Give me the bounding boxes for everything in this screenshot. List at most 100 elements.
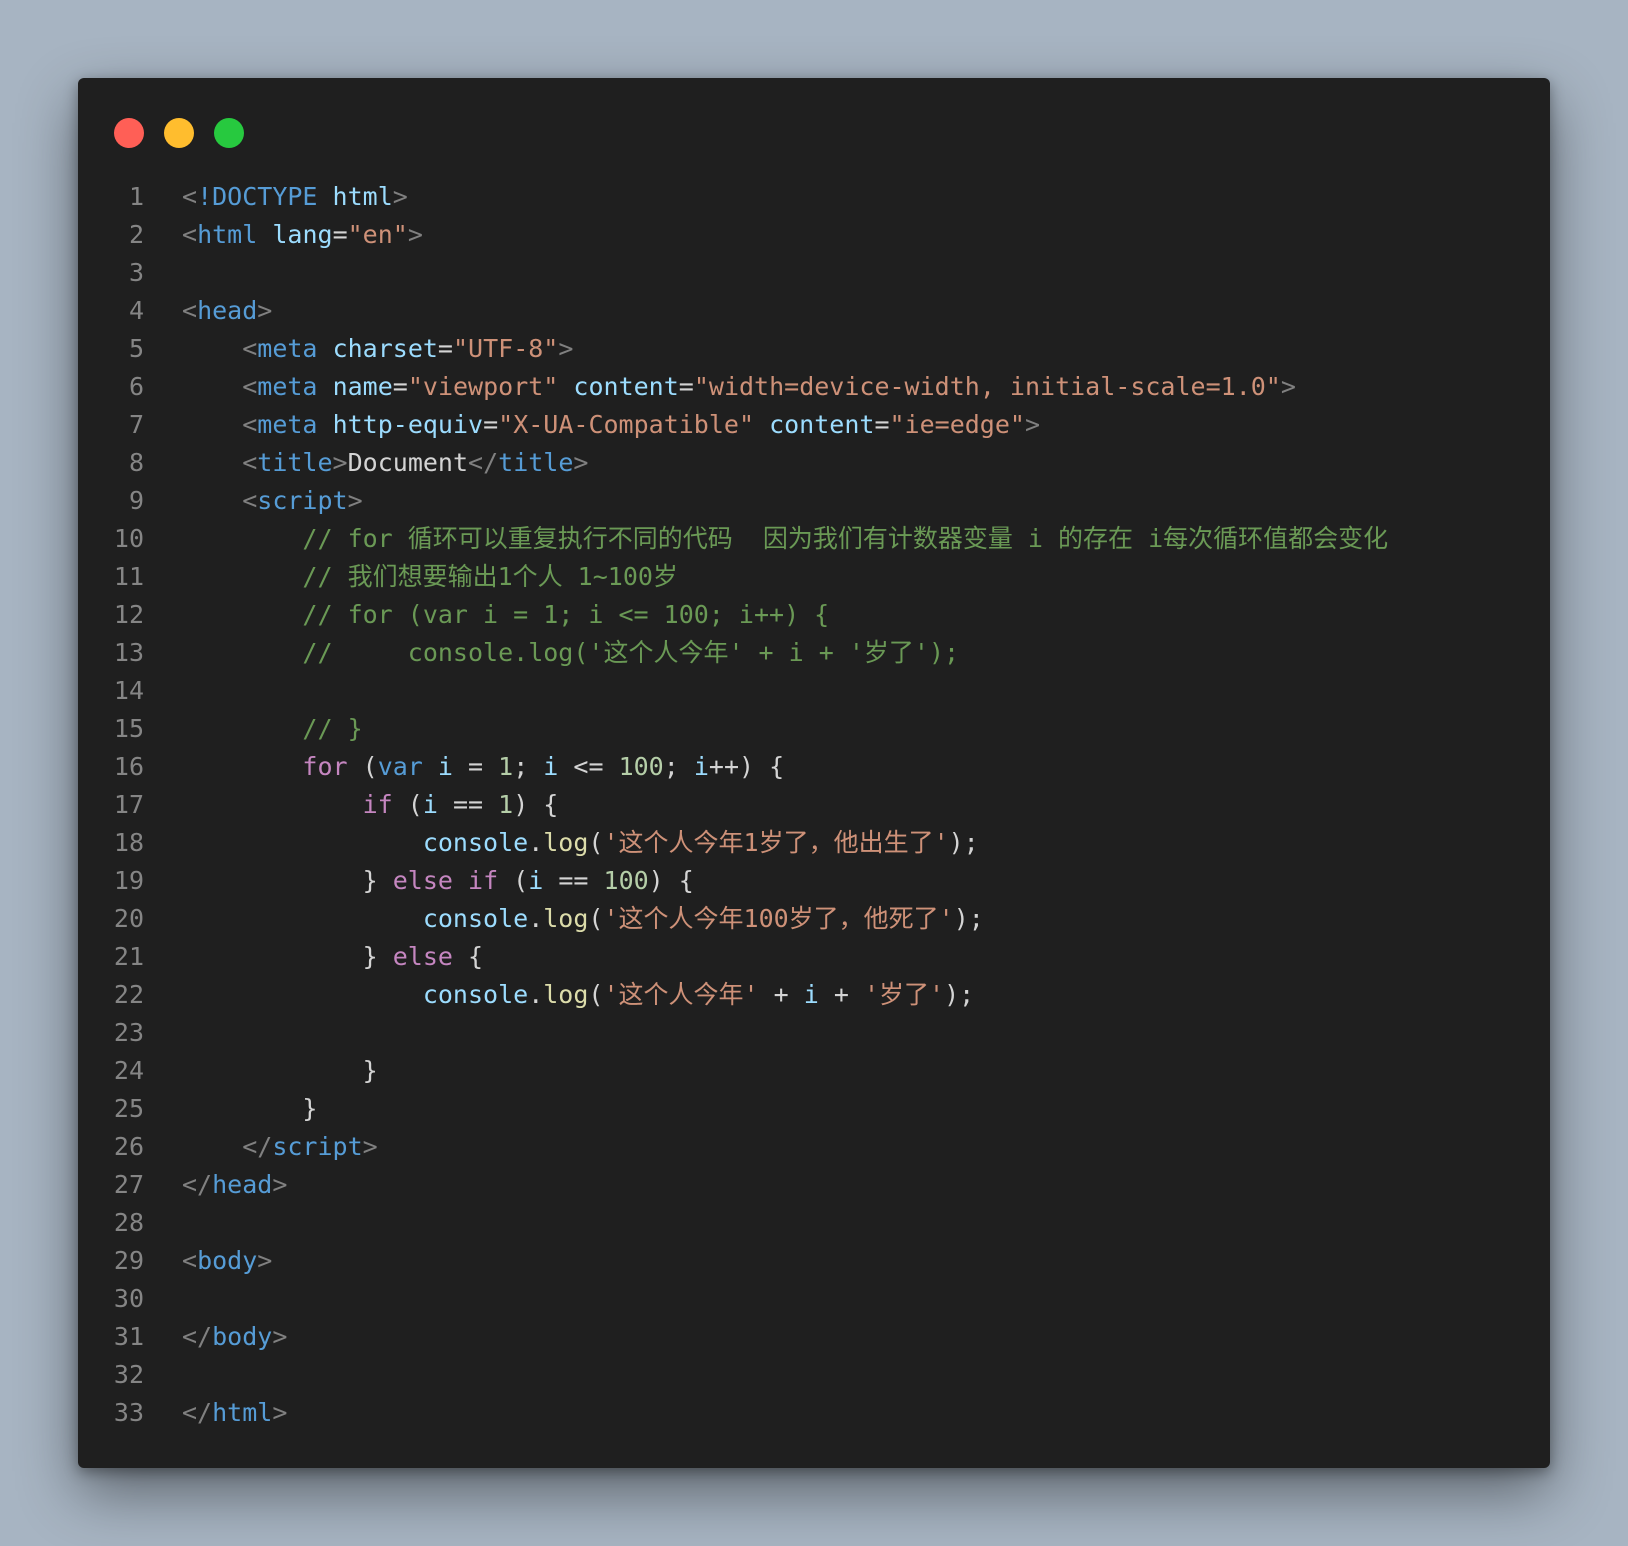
line-source: <!DOCTYPE html> [144, 178, 1550, 216]
code-token: <= [558, 752, 619, 781]
line-number: 17 [113, 790, 144, 819]
code-token: console [422, 904, 529, 933]
code-line: 2 <html lang="en"> [78, 216, 1550, 254]
code-token: body [212, 1322, 273, 1351]
line-source: <html lang="en"> [144, 216, 1550, 254]
code-token: meta [257, 334, 318, 363]
code-token: title [257, 448, 333, 477]
code-token: head [212, 1170, 273, 1199]
close-button[interactable] [114, 118, 144, 148]
line-number: 13 [113, 638, 144, 667]
line-number: 14 [113, 676, 144, 705]
code-token: ; [663, 752, 694, 781]
line-source: // 我们想要输出1个人 1~100岁 [144, 558, 1550, 596]
code-token: ) { [513, 790, 559, 819]
code-line: 25 } [78, 1090, 1550, 1128]
code-token: '岁了' [863, 980, 945, 1009]
code-token: // for (var i = 1; i <= 100; i++) { [302, 600, 830, 629]
line-source: </script> [144, 1128, 1550, 1166]
code-token: else [392, 942, 453, 971]
line-source: <script> [144, 482, 1550, 520]
code-token: > [272, 1322, 288, 1351]
code-line: 23 [78, 1014, 1550, 1052]
code-token: ( [347, 752, 378, 781]
line-number: 21 [113, 942, 144, 971]
code-token: > [558, 334, 574, 363]
code-line: 5 <meta charset="UTF-8"> [78, 330, 1550, 368]
code-token: ) { [648, 866, 694, 895]
code-line: 7 <meta http-equiv="X-UA-Compatible" con… [78, 406, 1550, 444]
code-token: '这个人今年100岁了，他死了' [603, 904, 954, 933]
code-token: </ [242, 1132, 273, 1161]
code-token: > [362, 1132, 378, 1161]
code-token: = [452, 752, 499, 781]
code-token: ); [948, 828, 979, 857]
line-number: 32 [113, 1360, 144, 1389]
code-token: i [543, 752, 559, 781]
line-number: 9 [128, 486, 144, 515]
code-token: < [242, 334, 258, 363]
code-token: '这个人今年1岁了，他出生了' [603, 828, 949, 857]
code-token: else [392, 866, 453, 895]
code-token: log [543, 980, 589, 1009]
line-number: 1 [128, 182, 144, 211]
code-token: = [392, 372, 408, 401]
maximize-button[interactable] [214, 118, 244, 148]
code-line: 10 // for 循环可以重复执行不同的代码 因为我们有计数器变量 i 的存在… [78, 520, 1550, 558]
code-token: </ [182, 1322, 213, 1351]
line-number: 22 [113, 980, 144, 1009]
code-token: = [874, 410, 890, 439]
code-line: 22 console.log('这个人今年' + i + '岁了'); [78, 976, 1550, 1014]
code-token: "UTF-8" [452, 334, 559, 363]
code-token: meta [257, 372, 318, 401]
code-token: html [212, 1398, 273, 1427]
code-token: } [362, 866, 393, 895]
code-token: console [422, 980, 529, 1009]
line-number: 30 [113, 1284, 144, 1313]
code-line: 13 // console.log('这个人今年' + i + '岁了'); [78, 634, 1550, 672]
line-source: // for (var i = 1; i <= 100; i++) { [144, 596, 1550, 634]
line-source: // for 循环可以重复执行不同的代码 因为我们有计数器变量 i 的存在 i每… [144, 520, 1550, 558]
code-token: > [272, 1398, 288, 1427]
code-token: </ [468, 448, 499, 477]
line-source: </head> [144, 1166, 1550, 1204]
line-number: 15 [113, 714, 144, 743]
code-line: 8 <title>Document</title> [78, 444, 1550, 482]
line-number: 33 [113, 1398, 144, 1427]
minimize-button[interactable] [164, 118, 194, 148]
code-token: body [197, 1246, 258, 1275]
line-source: </html> [144, 1394, 1550, 1432]
code-token: = [483, 410, 499, 439]
code-token: } [362, 942, 393, 971]
line-source [144, 1356, 1550, 1394]
line-source: console.log('这个人今年100岁了，他死了'); [144, 900, 1550, 938]
code-line: 4 <head> [78, 292, 1550, 330]
code-token: ( [588, 980, 604, 1009]
line-source: <head> [144, 292, 1550, 330]
code-token: "en" [347, 220, 408, 249]
line-source: // } [144, 710, 1550, 748]
line-number: 7 [128, 410, 144, 439]
line-source: console.log('这个人今年' + i + '岁了'); [144, 976, 1550, 1014]
code-token: 100 [618, 752, 664, 781]
code-token: http-equiv [332, 410, 484, 439]
code-token: > [1024, 410, 1041, 439]
code-token: // } [302, 714, 363, 743]
code-token: </ [182, 1170, 213, 1199]
line-source: } [144, 1090, 1550, 1128]
code-token: if [362, 790, 393, 819]
code-line: 11 // 我们想要输出1个人 1~100岁 [78, 558, 1550, 596]
line-source [144, 1014, 1550, 1052]
code-token: head [197, 296, 258, 325]
